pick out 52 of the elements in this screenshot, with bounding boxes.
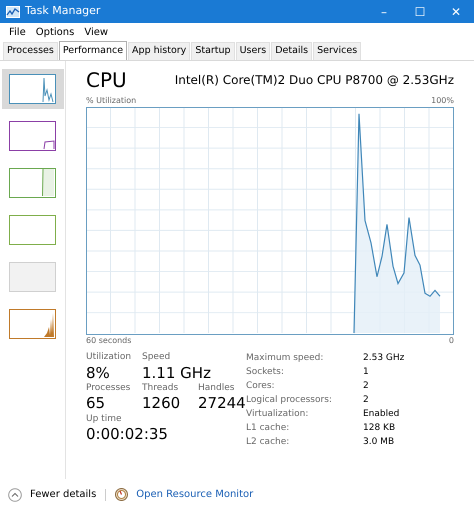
stat-value: 0:00:02:35 — [86, 426, 168, 444]
close-button[interactable]: ✕ — [438, 2, 474, 20]
detail-value: 2 — [363, 394, 369, 407]
stat-value: 1260 — [142, 395, 182, 412]
axis-label: 60 seconds — [86, 335, 132, 347]
detail-label: L2 cache: — [246, 436, 290, 449]
section-title: CPU — [86, 69, 127, 91]
detail-label: Cores: — [246, 380, 276, 393]
stat-label: Utilization — [86, 351, 132, 364]
tab[interactable]: App history — [128, 42, 190, 60]
stat-label: Up time — [86, 412, 122, 426]
detail-label: Logical processors: — [246, 394, 333, 407]
menu-item[interactable]: File — [4, 25, 31, 40]
chevron-up-icon — [8, 488, 22, 502]
stat-value: 1.11 GHz — [142, 364, 211, 382]
minimize-button[interactable]: – — [366, 2, 402, 20]
sidebar-item[interactable] — [2, 69, 64, 109]
app-icon — [6, 6, 20, 18]
stat-label: Threads — [142, 382, 180, 395]
tab[interactable]: Processes — [3, 42, 58, 60]
detail-label: Maximum speed: — [246, 352, 324, 365]
stat-value: 8% — [86, 364, 111, 382]
stat-label: Handles — [198, 382, 236, 395]
stat-value: 27244 — [198, 395, 246, 412]
detail-label: L1 cache: — [246, 422, 290, 435]
tab[interactable]: Details — [271, 42, 312, 60]
detail-value: 3.0 MB — [363, 436, 394, 449]
tab[interactable]: Users — [236, 42, 270, 60]
resource-monitor-link[interactable]: Open Resource Monitor — [136, 487, 254, 502]
menu-item[interactable]: Options — [30, 25, 80, 40]
tab[interactable]: Startup — [191, 42, 235, 60]
window-title: Task Manager — [25, 3, 102, 20]
axis-label: % Utilization — [86, 95, 136, 107]
detail-label: Sockets: — [246, 366, 285, 379]
stat-label: Processes — [86, 382, 132, 395]
detail-value: Enabled — [363, 408, 400, 421]
menu-item[interactable]: View — [79, 25, 114, 40]
tab[interactable]: Services — [313, 42, 362, 60]
detail-value: 2 — [363, 380, 369, 393]
tab[interactable]: Performance — [58, 41, 128, 60]
maximize-button[interactable]: ☐ — [402, 2, 438, 20]
axis-label: 100% — [431, 95, 454, 107]
detail-value: 2.53 GHz — [363, 352, 404, 365]
axis-label: 0 — [448, 335, 454, 347]
stat-label: Speed — [142, 351, 172, 364]
fewer-details-button[interactable]: Fewer details — [30, 487, 96, 502]
gauge-icon — [115, 488, 128, 501]
detail-value: 128 KB — [363, 422, 396, 435]
stat-value: 65 — [86, 395, 106, 412]
processor-name: Intel(R) Core(TM)2 Duo CPU P8700 @ 2.53GHz — [174, 72, 454, 89]
detail-label: Virtualization: — [246, 408, 310, 421]
detail-value: 1 — [363, 366, 369, 379]
